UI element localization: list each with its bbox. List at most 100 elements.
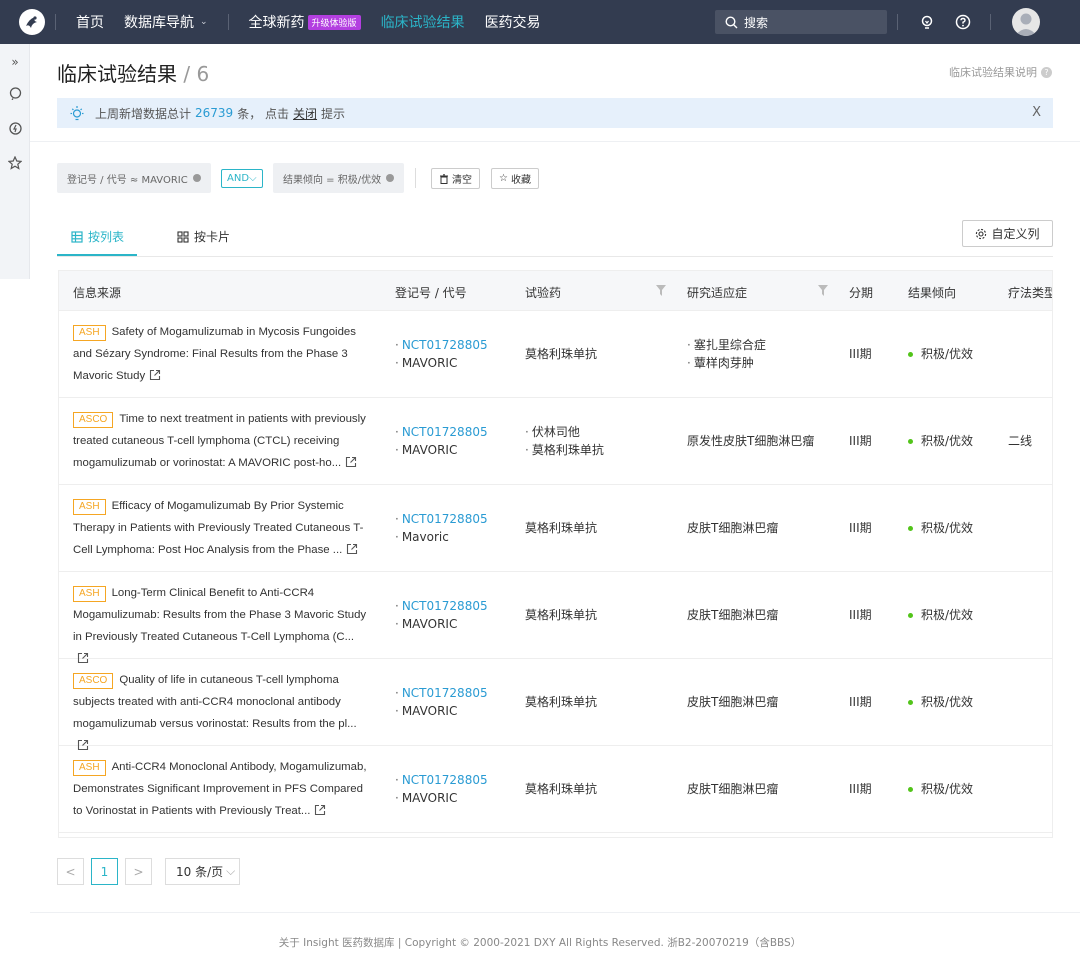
filter-funnel-icon[interactable] — [656, 285, 666, 296]
source-title-cell[interactable]: ASH Efficacy of Mogamulizumab By Prior Sy… — [73, 495, 369, 563]
column-header-indication[interactable]: 研究适应症 — [687, 284, 747, 301]
source-title-link[interactable]: Quality of life in cutaneous T-cell lymp… — [73, 674, 357, 730]
status-dot — [908, 700, 913, 705]
nav-db-label: 数据库导航 — [124, 15, 194, 31]
notice-prefix: 上周新增数据总计 — [95, 106, 192, 121]
drug-cell: 伏林司他莫格利珠单抗 — [525, 423, 604, 459]
nav-pharma-trade[interactable]: 医药交易 — [485, 12, 541, 32]
table-row: ASH Safety of Mogamulizumab in Mycosis Fu… — [59, 311, 1052, 398]
source-title-link[interactable]: Efficacy of Mogamulizumab By Prior Syste… — [73, 500, 363, 556]
column-header-drug[interactable]: 试验药 — [525, 284, 561, 301]
notice-suffix: 提示 — [321, 106, 346, 121]
help-icon[interactable] — [954, 13, 972, 31]
logo-icon[interactable] — [19, 9, 45, 35]
notice-bar: 上周新增数据总计 26739 条， 点击 关闭 提示 X — [57, 98, 1053, 128]
lightbulb-icon[interactable] — [918, 13, 936, 31]
table-row: ASCO Time to next treatment in patients w… — [59, 398, 1052, 485]
external-link-icon[interactable] — [149, 367, 161, 389]
star-icon[interactable] — [7, 155, 23, 171]
source-title-cell[interactable]: ASH Safety of Mogamulizumab in Mycosis Fu… — [73, 321, 369, 389]
search-input[interactable]: 搜索 — [715, 10, 887, 34]
reg-no-link[interactable]: NCT01728805 — [395, 336, 488, 354]
custom-columns-label: 自定义列 — [991, 227, 1040, 241]
nav-global-drugs[interactable]: 全球新药 升级体验版 — [249, 12, 361, 32]
grid-icon — [177, 230, 189, 243]
phase-cell: III期 — [849, 521, 872, 535]
chevron-down-icon: ⌵ — [226, 864, 236, 878]
help-link-label: 临床试验结果说明 — [949, 66, 1037, 79]
nav-global-drugs-label: 全球新药 — [248, 15, 305, 31]
study-code: Mavoric — [395, 528, 488, 546]
column-header-result[interactable]: 结果倾向 — [908, 284, 956, 301]
reg-no-cell: NCT01728805MAVORIC — [395, 684, 488, 720]
message-icon[interactable] — [7, 85, 23, 101]
custom-columns-button[interactable]: 自定义列 — [962, 220, 1053, 247]
page-size-select[interactable]: 10 条/页 ⌵ — [165, 858, 240, 885]
star-icon: ☆ — [499, 173, 508, 184]
filter-chip-result[interactable]: 结果倾向 = 积极/优效 — [273, 163, 405, 193]
indication-cell: 皮肤T细胞淋巴瘤 — [687, 780, 778, 798]
divider — [30, 912, 1080, 913]
result-label: 积极/优效 — [921, 608, 974, 622]
source-title-link[interactable]: Long-Term Clinical Benefit to Anti-CCR4 … — [73, 587, 366, 643]
indication-cell: 皮肤T细胞淋巴瘤 — [687, 693, 778, 711]
next-page-button[interactable]: > — [125, 858, 152, 885]
logic-operator-select[interactable]: AND ⌵ — [221, 169, 263, 188]
flash-icon[interactable] — [7, 120, 23, 136]
nav-pharma-label: 医药交易 — [484, 15, 541, 31]
tab-card-view[interactable]: 按卡片 — [177, 228, 230, 245]
source-title-cell[interactable]: ASCO Time to next treatment in patients w… — [73, 408, 369, 476]
nav-home[interactable]: 首页 — [76, 12, 104, 32]
help-link[interactable]: 临床试验结果说明? — [949, 64, 1052, 80]
reg-no-link[interactable]: NCT01728805 — [395, 510, 488, 528]
page-number-button[interactable]: 1 — [91, 858, 118, 885]
external-link-icon[interactable] — [346, 541, 358, 563]
favorite-button[interactable]: ☆ 收藏 — [491, 168, 539, 189]
reg-no-link[interactable]: NCT01728805 — [395, 597, 488, 615]
chevron-down-icon: ⌵ — [249, 173, 257, 184]
external-link-icon[interactable] — [345, 454, 357, 476]
indication-item: 原发性皮肤T细胞淋巴瘤 — [687, 434, 815, 448]
phase-cell: III期 — [849, 434, 872, 448]
remove-filter-icon[interactable] — [192, 174, 201, 182]
expand-icon[interactable]: » — [7, 54, 23, 70]
status-dot — [908, 439, 913, 444]
filter-chip-reg-no[interactable]: 登记号 / 代号 ≈ MAVORIC — [57, 163, 211, 193]
notice-close-link[interactable]: 关闭 — [293, 105, 317, 122]
external-link-icon[interactable] — [314, 802, 326, 824]
indication-cell: 原发性皮肤T细胞淋巴瘤 — [687, 432, 814, 450]
prev-page-button[interactable]: < — [57, 858, 84, 885]
reg-no-cell: NCT01728805MAVORIC — [395, 771, 488, 807]
indication-item: 皮肤T细胞淋巴瘤 — [687, 695, 779, 709]
column-header-reg-no[interactable]: 登记号 / 代号 — [395, 284, 467, 301]
source-tag: ASCO — [73, 673, 114, 689]
result-count: / 6 — [177, 62, 210, 86]
nav-clinical-results[interactable]: 临床试验结果 — [381, 12, 465, 32]
source-tag: ASH — [73, 325, 106, 341]
nav-divider — [227, 14, 229, 30]
remove-filter-icon[interactable] — [386, 174, 395, 182]
column-header-phase[interactable]: 分期 — [849, 284, 873, 301]
nav-db-navigation[interactable]: 数据库导航 ⌄ — [124, 12, 208, 32]
upgrade-badge: 升级体验版 — [307, 14, 361, 30]
active-tab-indicator — [57, 254, 137, 256]
reg-no-link[interactable]: NCT01728805 — [395, 684, 488, 702]
column-header-source[interactable]: 信息来源 — [73, 284, 121, 301]
close-icon[interactable]: X — [1032, 105, 1041, 120]
filter-funnel-icon[interactable] — [818, 285, 828, 296]
study-code: MAVORIC — [395, 441, 488, 459]
user-avatar[interactable] — [1012, 8, 1040, 36]
notice-middle: 条， 点击 — [237, 106, 290, 121]
nav-divider — [990, 14, 991, 30]
source-title-cell[interactable]: ASH Anti-CCR4 Monoclonal Antibody, Mogamu… — [73, 756, 369, 824]
clear-button[interactable]: 清空 — [431, 168, 480, 189]
nav-clinical-label: 临床试验结果 — [380, 15, 465, 31]
source-title-link[interactable]: Safety of Mogamulizumab in Mycosis Fungo… — [73, 326, 356, 382]
reg-no-link[interactable]: NCT01728805 — [395, 423, 488, 441]
column-header-therapy[interactable]: 疗法类型 — [1008, 284, 1052, 301]
drug-item: 莫格利珠单抗 — [525, 441, 604, 459]
tab-list-view[interactable]: 按列表 — [71, 228, 124, 245]
table-row: ASCO Quality of life in cutaneous T-cell … — [59, 659, 1052, 751]
source-title-link[interactable]: Time to next treatment in patients with … — [73, 413, 366, 469]
reg-no-link[interactable]: NCT01728805 — [395, 771, 488, 789]
